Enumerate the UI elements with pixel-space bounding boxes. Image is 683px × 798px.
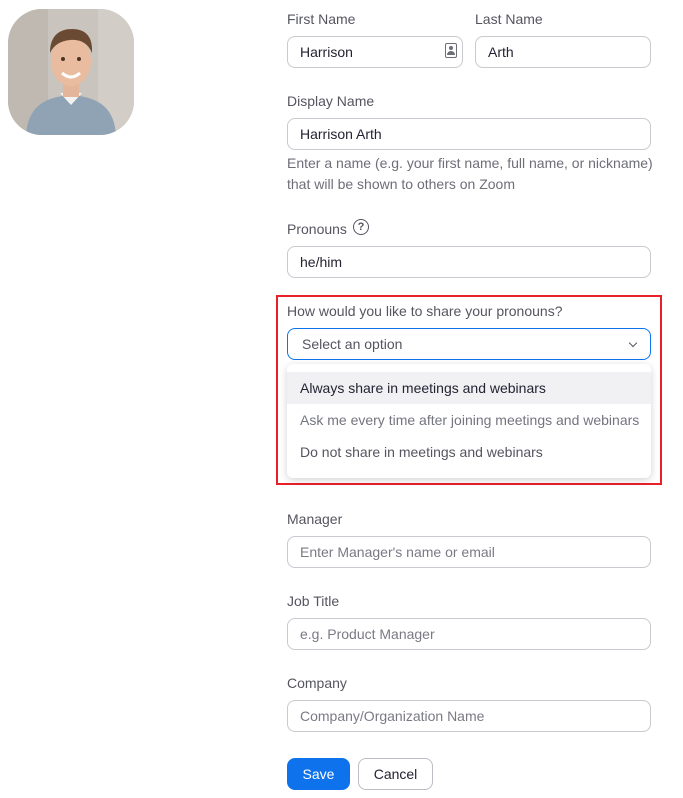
option-ask-every-time[interactable]: Ask me every time after joining meetings… — [287, 404, 651, 436]
share-pronouns-dropdown: Always share in meetings and webinars As… — [287, 364, 651, 478]
option-always-share[interactable]: Always share in meetings and webinars — [287, 372, 651, 404]
manager-input[interactable]: Enter Manager's name or email — [287, 536, 651, 568]
share-pronouns-select[interactable]: Select an option — [287, 328, 651, 360]
display-name-helper-text: Enter a name (e.g. your first name, full… — [287, 155, 653, 192]
contact-card-icon[interactable] — [445, 43, 457, 58]
manager-label: Manager — [287, 511, 343, 527]
profile-avatar[interactable] — [8, 9, 134, 135]
display-name-label: Display Name — [287, 93, 375, 109]
share-pronouns-label: How would you like to share your pronoun… — [287, 303, 563, 319]
job-title-input[interactable]: e.g. Product Manager — [287, 618, 651, 650]
pronouns-label: Pronouns — [287, 221, 347, 237]
pronouns-input[interactable]: he/him — [287, 246, 651, 278]
first-name-input[interactable]: Harrison — [287, 36, 463, 68]
help-icon[interactable]: ? — [353, 219, 369, 235]
option-do-not-share[interactable]: Do not share in meetings and webinars — [287, 436, 651, 468]
cancel-button[interactable]: Cancel — [358, 758, 433, 790]
first-name-label: First Name — [287, 11, 356, 27]
job-title-label: Job Title — [287, 593, 340, 609]
company-input[interactable]: Company/Organization Name — [287, 700, 651, 732]
last-name-label: Last Name — [475, 11, 543, 27]
display-name-input[interactable]: Harrison Arth — [287, 118, 651, 150]
save-button[interactable]: Save — [287, 758, 350, 790]
avatar-photo — [8, 9, 134, 135]
last-name-input[interactable]: Arth — [475, 36, 651, 68]
company-label: Company — [287, 675, 347, 691]
